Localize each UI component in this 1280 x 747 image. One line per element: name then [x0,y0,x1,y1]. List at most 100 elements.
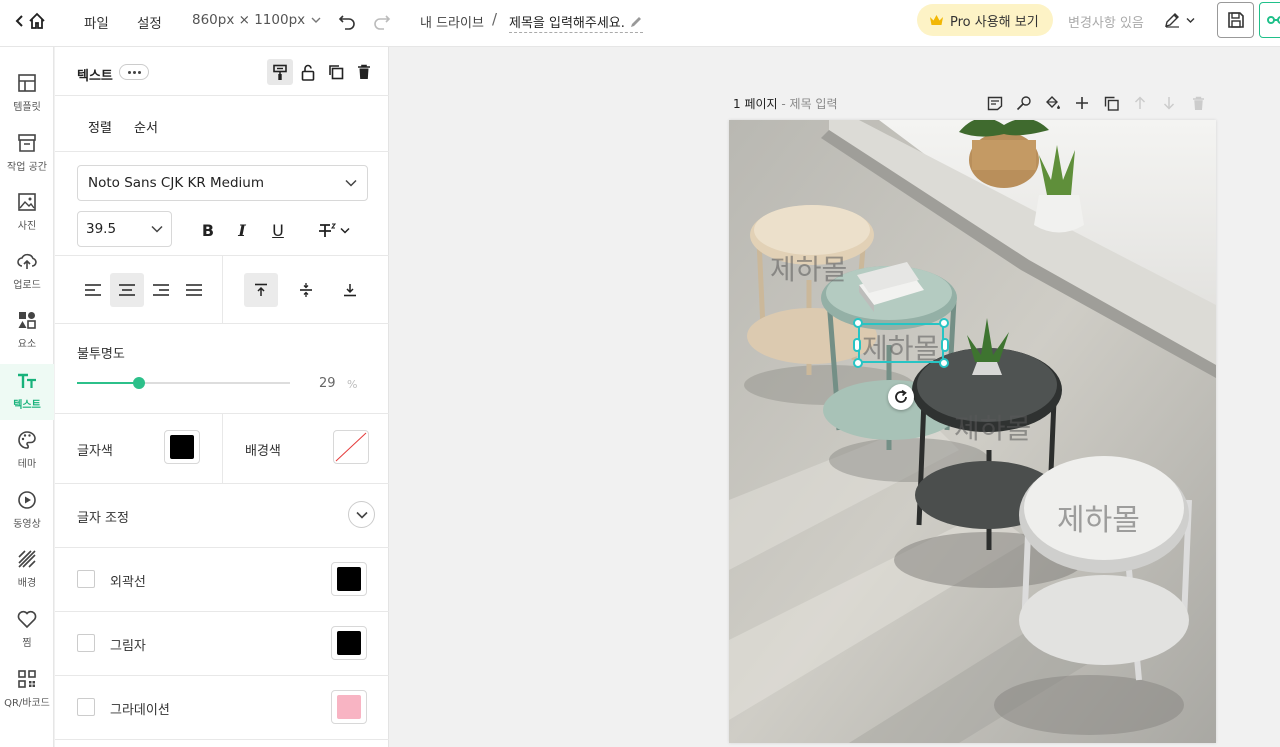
magic-wand-icon [1016,96,1031,111]
resize-handle-left[interactable] [853,338,861,352]
rail-item-background[interactable]: 배경 [0,548,54,604]
text-color-label: 글자색 [77,444,113,459]
file-menu[interactable]: 파일 [84,12,109,32]
font-family-select[interactable]: Noto Sans CJK KR Medium [77,165,368,201]
delete-button[interactable] [351,59,377,85]
rail-item-workspace[interactable]: 작업 공간 [0,132,54,188]
tab-align[interactable]: 정렬 [88,117,112,136]
resize-handle-bottom-left[interactable] [853,358,863,368]
page-magic-button[interactable] [1014,94,1034,112]
align-justify-button[interactable] [177,273,211,307]
copy-icon [329,65,344,80]
text-properties-panel: 텍스트 정렬 순서 Noto Sans CJK KR Medium 39.5 B… [55,47,389,747]
crown-icon [930,15,943,25]
bold-button[interactable]: B [194,216,222,244]
video-icon [18,491,36,509]
rail-item-qr[interactable]: QR/바코드 [0,668,54,724]
watermark-text[interactable]: 제하몰 [1057,495,1140,539]
settings-menu[interactable]: 설정 [137,12,162,32]
outline-color-fill [337,567,361,591]
more-options-button[interactable] [119,64,149,80]
rail-item-video[interactable]: 동영상 [0,489,54,545]
save-button[interactable] [1217,2,1254,38]
canvas-size-dropdown[interactable]: 860px × 1100px [192,12,321,28]
home-icon [29,12,45,29]
outline-checkbox[interactable] [77,570,95,588]
add-page-button[interactable] [1072,94,1092,112]
valign-top-button[interactable] [244,273,278,307]
watermark-text[interactable]: 제하몰 [954,407,1031,447]
text-color-swatch[interactable] [164,430,200,464]
tab-order[interactable]: 순서 [134,117,158,136]
align-right-button[interactable] [144,273,178,307]
redo-button[interactable] [373,12,391,30]
align-center-icon [119,284,135,296]
gradient-color-swatch[interactable] [331,690,367,724]
divider [222,413,223,483]
text-color-fill [170,435,194,459]
text-adjust-expand-button[interactable] [348,501,375,528]
watermark-text[interactable]: 제하몰 [770,248,847,288]
format-painter-button[interactable] [267,59,293,85]
rail-label-theme: 테마 [17,459,37,470]
chevron-down-icon [1186,17,1195,23]
font-size-select[interactable]: 39.5 [77,211,172,247]
rail-label-text: 텍스트 [13,400,41,411]
rail-item-theme[interactable]: 테마 [0,429,54,485]
valign-top-icon [255,283,267,296]
page-fill-button[interactable] [1043,94,1063,112]
my-drive-link[interactable]: 내 드라이브 [420,12,484,31]
valign-middle-button[interactable] [289,273,323,307]
gradient-checkbox[interactable] [77,698,95,716]
page-title-link[interactable]: - 제목 입력 [778,97,837,111]
align-center-button[interactable] [110,273,144,307]
selection-box [858,323,944,363]
shadow-color-swatch[interactable] [331,626,367,660]
divider [55,547,389,548]
shadow-checkbox[interactable] [77,634,95,652]
rail-item-photo[interactable]: 사진 [0,191,54,247]
gradient-label: 그라데이션 [110,703,170,718]
duplicate-button[interactable] [323,59,349,85]
divider [55,323,389,324]
delete-page-button[interactable] [1188,94,1208,112]
underline-button[interactable]: U [264,216,292,244]
rail-item-favorites[interactable]: 찜 [0,608,54,664]
resize-handle-right[interactable] [941,338,949,352]
resize-handle-top-right[interactable] [939,318,949,328]
pro-trial-button[interactable]: Pro 사용해 보기 [917,4,1053,36]
duplicate-page-button[interactable] [1101,94,1121,112]
page-toolbar [985,94,1208,112]
rail-item-template[interactable]: 템플릿 [0,72,54,128]
canvas-size-value: 860px × 1100px [192,12,306,28]
document-title-field[interactable]: 제목을 입력해주세요. [509,12,643,33]
home-back-button[interactable] [14,12,46,30]
rail-item-upload[interactable]: 업로드 [0,250,54,306]
bg-color-swatch[interactable] [333,430,369,464]
page-notes-button[interactable] [985,94,1005,112]
lock-button[interactable] [295,59,321,85]
resize-handle-top-left[interactable] [853,318,863,328]
trash-icon [358,64,370,79]
share-button[interactable] [1259,2,1280,38]
strikethrough-dropdown[interactable] [311,216,357,244]
arrow-up-icon [1134,96,1146,109]
rail-item-elements[interactable]: 요소 [0,309,54,365]
rotate-handle[interactable] [888,384,914,410]
gradient-color-fill [337,695,361,719]
valign-bottom-button[interactable] [333,273,367,307]
undo-button[interactable] [338,12,356,30]
outline-color-swatch[interactable] [331,562,367,596]
rail-item-text[interactable]: 텍스트 [0,364,54,420]
align-left-button[interactable] [76,273,110,307]
move-page-down-button[interactable] [1159,94,1179,112]
italic-button[interactable]: I [228,216,256,244]
text-icon [18,373,36,388]
move-page-up-button[interactable] [1130,94,1150,112]
page-label: 1 페이지 - 제목 입력 [733,95,838,112]
opacity-unit: % [347,378,358,391]
opacity-slider-thumb[interactable] [132,377,145,389]
resize-handle-bottom-right[interactable] [939,358,949,368]
opacity-slider[interactable] [77,377,290,389]
draw-mode-dropdown[interactable] [1163,11,1195,29]
